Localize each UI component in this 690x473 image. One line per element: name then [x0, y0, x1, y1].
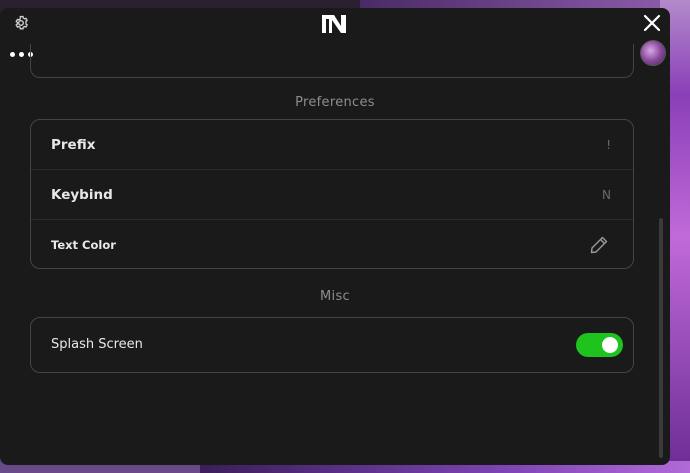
toggle-knob [602, 336, 618, 353]
prefix-value[interactable]: ! [606, 138, 611, 152]
brand-logo-icon [322, 15, 346, 33]
close-icon[interactable] [643, 14, 661, 32]
prefix-row[interactable]: Prefix ! [31, 120, 633, 170]
settings-window: Preferences Prefix ! Keybind N Text Colo… [0, 8, 670, 465]
splash-screen-label: Splash Screen [51, 337, 143, 352]
text-color-row[interactable]: Text Color [31, 220, 633, 269]
gear-icon[interactable] [13, 15, 29, 31]
title-bar [0, 8, 670, 44]
section-title-misc: Misc [320, 289, 350, 304]
misc-card: Splash Screen [30, 317, 634, 373]
preferences-card: Prefix ! Keybind N Text Color [30, 119, 634, 269]
text-color-label: Text Color [51, 237, 116, 252]
section-title-preferences: Preferences [295, 95, 375, 110]
splash-screen-toggle[interactable] [576, 332, 623, 357]
pencil-icon[interactable] [589, 235, 609, 255]
keybind-label: Keybind [51, 186, 113, 203]
keybind-value[interactable]: N [602, 188, 611, 202]
previous-card [30, 44, 634, 78]
scrollbar[interactable] [659, 218, 663, 458]
prefix-label: Prefix [51, 136, 96, 153]
keybind-row[interactable]: Keybind N [31, 170, 633, 220]
settings-scroll-area[interactable]: Preferences Prefix ! Keybind N Text Colo… [0, 44, 660, 465]
splash-screen-row[interactable]: Splash Screen [31, 318, 633, 371]
